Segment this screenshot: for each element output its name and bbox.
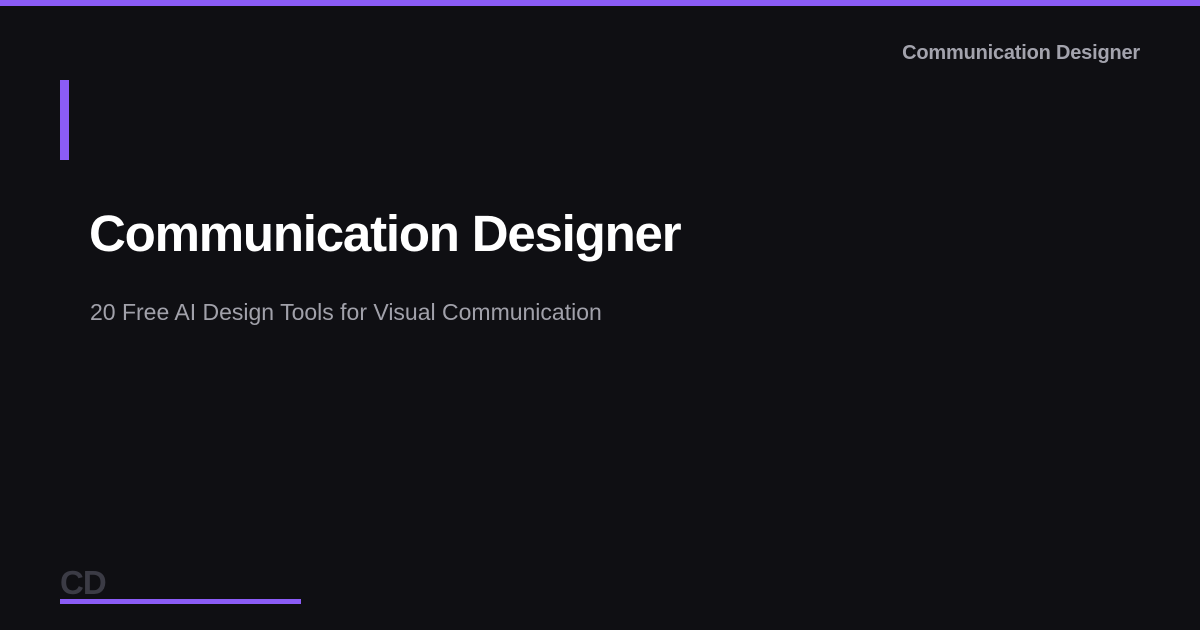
vertical-accent-bar [60,80,69,160]
page-title: Communication Designer [89,205,682,262]
top-accent-bar [0,0,1200,6]
logo-underline [60,599,301,604]
logo-monogram: CD [60,564,107,601]
page-subtitle: 20 Free AI Design Tools for Visual Commu… [90,299,602,325]
brand-name: Communication Designer [902,42,1140,64]
